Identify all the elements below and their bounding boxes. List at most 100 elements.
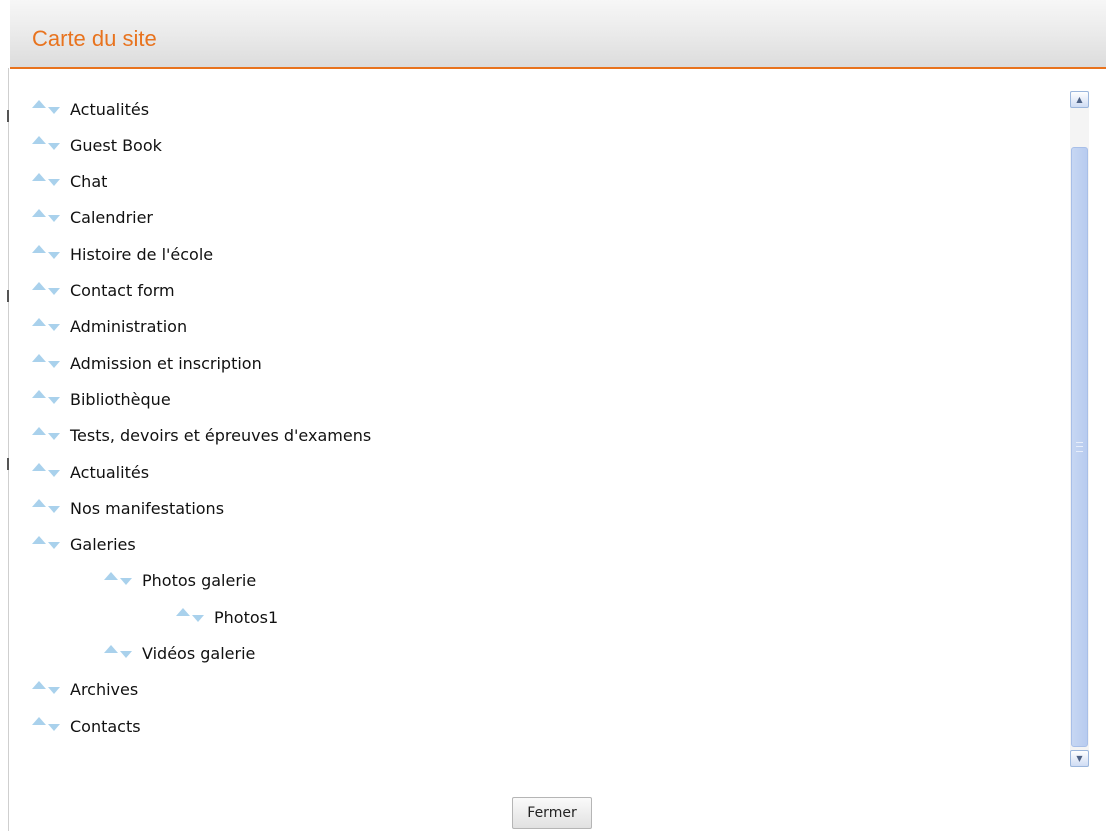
scroll-down-button[interactable]: ▼ (1070, 750, 1089, 767)
reorder-arrows (32, 680, 60, 695)
arrow-up-icon[interactable] (32, 426, 46, 435)
arrow-up-icon[interactable] (32, 535, 46, 544)
arrow-down-icon[interactable] (48, 433, 60, 441)
arrow-down-icon[interactable] (48, 469, 60, 477)
sitemap-item[interactable]: Nos manifestations (32, 496, 224, 520)
arrow-down-icon[interactable] (48, 360, 60, 368)
arrow-up-icon[interactable] (32, 717, 46, 726)
arrow-up-icon[interactable] (32, 281, 46, 290)
arrow-down-icon[interactable] (48, 142, 60, 150)
sitemap-item-label[interactable]: Galeries (70, 535, 136, 554)
sitemap-item[interactable]: Calendrier (32, 206, 153, 230)
reorder-arrows (32, 499, 60, 513)
sitemap-item-label[interactable]: Contacts (70, 717, 141, 736)
sitemap-item-label[interactable]: Admission et inscription (70, 354, 262, 373)
arrow-down-icon[interactable] (48, 251, 60, 259)
reorder-arrows (104, 571, 132, 586)
reorder-arrows (32, 100, 60, 114)
reorder-arrows (32, 463, 60, 477)
sitemap-item-label[interactable]: Photos1 (214, 608, 278, 627)
arrow-down-icon[interactable] (48, 687, 60, 695)
sitemap-panel: Actualités Guest Book Chat Calendrier Histoi… (10, 70, 1106, 770)
reorder-arrows (32, 354, 60, 368)
reorder-arrows (32, 172, 60, 187)
arrow-down-icon[interactable] (48, 179, 60, 187)
sitemap-item[interactable]: Chat (32, 170, 107, 194)
reorder-arrows (32, 317, 60, 332)
edge-mark (7, 290, 9, 302)
reorder-arrows (32, 390, 60, 404)
arrow-up-icon[interactable] (32, 172, 46, 181)
sitemap-item[interactable]: Contact form (32, 279, 175, 303)
close-button[interactable]: Fermer (512, 797, 592, 829)
sitemap-item[interactable]: Photos galerie (104, 569, 256, 593)
arrow-up-icon[interactable] (32, 680, 46, 689)
sitemap-item[interactable]: Actualités (32, 97, 149, 121)
sitemap-item-label[interactable]: Tests, devoirs et épreuves d'examens (70, 426, 371, 445)
arrow-down-icon[interactable] (48, 542, 60, 550)
arrow-up-icon[interactable] (32, 463, 46, 471)
scroll-thumb[interactable] (1071, 147, 1088, 747)
arrow-up-icon[interactable] (32, 317, 46, 326)
edge-mark (7, 110, 9, 122)
reorder-arrows (32, 245, 60, 259)
arrow-up-icon[interactable] (32, 499, 46, 508)
arrow-up-icon[interactable] (104, 644, 118, 653)
arrow-up-icon[interactable] (32, 208, 46, 217)
sitemap-item-label[interactable]: Actualités (70, 463, 149, 482)
arrow-up-icon[interactable] (32, 100, 46, 108)
sitemap-item[interactable]: Guest Book (32, 133, 162, 157)
sitemap-item-label[interactable]: Bibliothèque (70, 390, 171, 409)
arrow-up-icon[interactable] (32, 354, 46, 363)
reorder-arrows (104, 644, 132, 658)
arrow-down-icon[interactable] (120, 578, 132, 586)
sitemap-item-label[interactable]: Chat (70, 172, 107, 191)
reorder-arrows (32, 426, 60, 441)
arrow-down-icon[interactable] (192, 614, 204, 622)
sitemap-item[interactable]: Actualités (32, 460, 149, 484)
left-border (8, 68, 9, 831)
arrow-up-icon[interactable] (32, 390, 46, 399)
arrow-down-icon[interactable] (48, 106, 60, 114)
arrow-down-icon[interactable] (48, 723, 60, 731)
sitemap-item[interactable]: Tests, devoirs et épreuves d'examens (32, 424, 371, 448)
sitemap-item-label[interactable]: Nos manifestations (70, 499, 224, 518)
sitemap-item[interactable]: Archives (32, 678, 138, 702)
thumb-grip-icon (1076, 442, 1083, 452)
sitemap-item-label[interactable]: Vidéos galerie (142, 644, 255, 663)
sitemap-item-label[interactable]: Histoire de l'école (70, 245, 213, 264)
dialog-header: Carte du site (10, 0, 1106, 69)
sitemap-item[interactable]: Histoire de l'école (32, 242, 213, 266)
sitemap-item[interactable]: Bibliothèque (32, 387, 171, 411)
vertical-scrollbar[interactable]: ▲ ▼ (1070, 91, 1089, 767)
dialog-title: Carte du site (32, 26, 157, 51)
arrow-down-icon[interactable] (48, 288, 60, 295)
reorder-arrows (32, 208, 60, 223)
arrow-up-icon[interactable] (176, 608, 190, 617)
arrow-down-icon[interactable] (48, 505, 60, 513)
scroll-up-button[interactable]: ▲ (1070, 91, 1089, 108)
arrow-up-icon[interactable] (104, 571, 118, 580)
arrow-up-icon[interactable] (32, 136, 46, 145)
arrow-down-icon[interactable] (120, 651, 132, 658)
sitemap-item[interactable]: Contacts (32, 714, 141, 738)
arrow-down-icon[interactable] (48, 396, 60, 404)
sitemap-item-label[interactable]: Guest Book (70, 136, 162, 155)
reorder-arrows (176, 608, 204, 622)
sitemap-item-label[interactable]: Administration (70, 317, 187, 336)
sitemap-item[interactable]: Admission et inscription (32, 351, 262, 375)
sitemap-item-label[interactable]: Contact form (70, 281, 175, 300)
sitemap-item-label[interactable]: Actualités (70, 100, 149, 119)
sitemap-item-label[interactable]: Photos galerie (142, 571, 256, 590)
sitemap-item[interactable]: Galeries (32, 533, 136, 557)
sitemap-item[interactable]: Photos1 (176, 605, 278, 629)
reorder-arrows (32, 535, 60, 550)
arrow-up-icon[interactable] (32, 245, 46, 254)
sitemap-item[interactable]: Vidéos galerie (104, 642, 255, 666)
sitemap-item-label[interactable]: Archives (70, 680, 138, 699)
sitemap-item-label[interactable]: Calendrier (70, 208, 153, 227)
reorder-arrows (32, 136, 60, 150)
sitemap-item[interactable]: Administration (32, 315, 187, 339)
arrow-down-icon[interactable] (48, 215, 60, 223)
arrow-down-icon[interactable] (48, 324, 60, 332)
